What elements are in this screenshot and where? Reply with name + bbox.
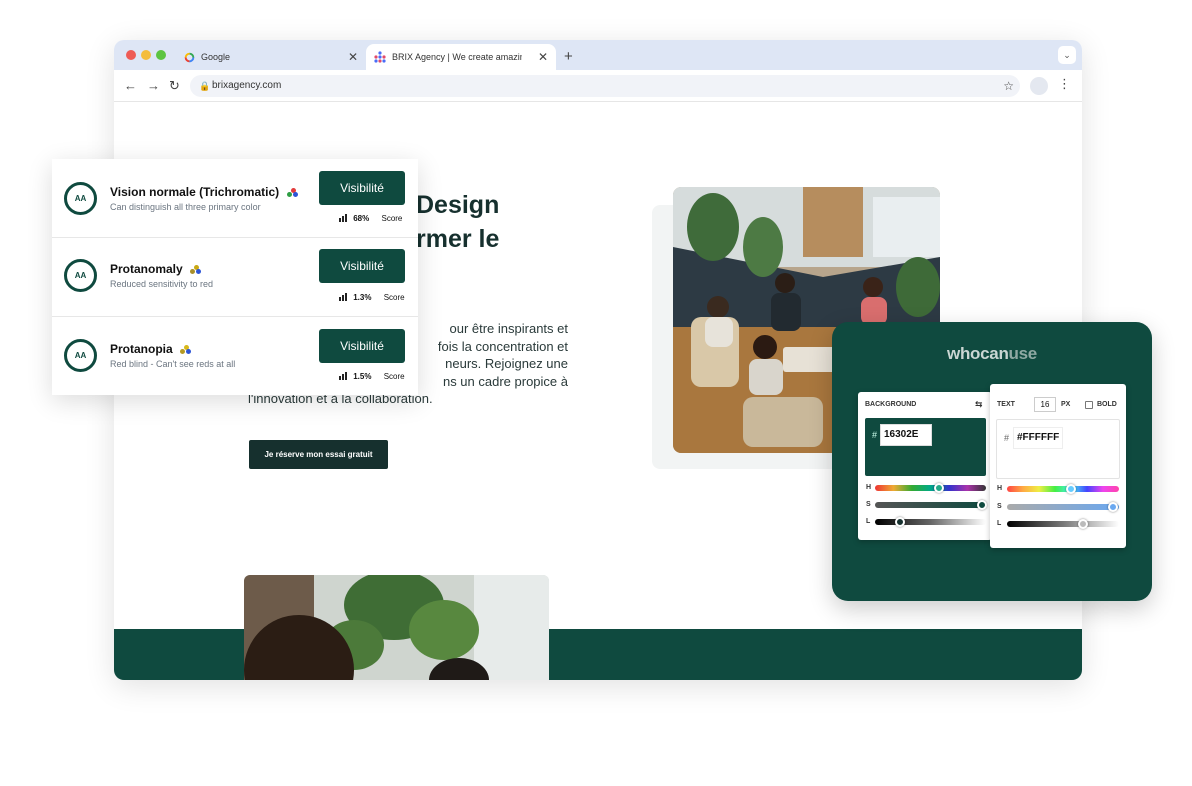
score-readout: 1.5% Score <box>339 372 405 381</box>
list-item: AA Protanomaly Reduced sensitivity to re… <box>52 238 418 317</box>
whocanuse-panel: whocanuse BACKGROUND ⇆ # 16302E H S L TE… <box>832 322 1152 601</box>
color-dots-icon <box>190 264 202 275</box>
saturation-label: S <box>997 503 1002 510</box>
text-swatch[interactable]: # #FFFFFF <box>996 419 1120 479</box>
text-color-picker: TEXT 16 PX BOLD # #FFFFFF H S L <box>990 384 1126 548</box>
logo-part: whocan <box>947 344 1009 363</box>
close-icon[interactable]: ✕ <box>348 50 358 64</box>
hash-symbol: # <box>872 430 878 440</box>
background-label: BACKGROUND <box>865 401 917 408</box>
new-tab-button[interactable]: + <box>564 48 573 65</box>
logo-part: use <box>1008 344 1038 363</box>
hash-symbol: # <box>1004 433 1010 443</box>
maximize-window-button[interactable] <box>156 50 166 60</box>
brix-logo-icon <box>374 51 386 63</box>
bold-label: BOLD <box>1097 401 1117 408</box>
more-menu-icon[interactable]: ⋮ <box>1058 76 1071 92</box>
score-readout: 68% Score <box>339 214 402 223</box>
score-label: Score <box>381 214 403 223</box>
visibility-button[interactable]: Visibilité <box>319 171 405 205</box>
score-percent: 1.3% <box>353 293 372 302</box>
bar-chart-icon <box>339 372 348 380</box>
stage: Google ✕ BRIX Agency | We create amazing… <box>0 0 1192 786</box>
background-saturation-slider[interactable] <box>875 502 986 508</box>
text-lightness-knob[interactable] <box>1078 519 1088 529</box>
font-size-input[interactable]: 16 <box>1034 397 1056 412</box>
profile-avatar[interactable] <box>1030 77 1048 95</box>
score-label: Score <box>383 372 405 381</box>
tab-google[interactable]: Google ✕ <box>176 44 366 70</box>
visibility-button[interactable]: Visibilité <box>319 329 405 363</box>
background-swatch[interactable]: # 16302E <box>865 418 986 476</box>
swap-icon[interactable]: ⇆ <box>975 399 983 410</box>
background-lightness-slider[interactable] <box>875 519 986 525</box>
lightness-label: L <box>997 520 1002 527</box>
vision-type-description: Red blind - Can't see reds at all <box>110 359 236 369</box>
tab-bar: Google ✕ BRIX Agency | We create amazing… <box>114 40 1082 70</box>
address-text: brixagency.com <box>212 80 282 91</box>
saturation-label: S <box>866 501 871 508</box>
text-label: TEXT <box>997 401 1015 408</box>
score-percent: 68% <box>353 214 370 223</box>
close-window-button[interactable] <box>126 50 136 60</box>
free-trial-button[interactable]: Je réserve mon essai gratuit <box>249 440 388 469</box>
color-dots-icon <box>180 344 192 355</box>
vision-type-name: Vision normale (Trichromatic) <box>110 185 299 199</box>
aa-badge: AA <box>64 182 97 215</box>
list-item: AA Vision normale (Trichromatic) Can dis… <box>52 159 418 238</box>
tab-brix[interactable]: BRIX Agency | We create amazing w ✕ <box>366 44 556 70</box>
vision-type-description: Reduced sensitivity to red <box>110 279 214 289</box>
list-item: AA Protanopia Red blind - Can't see reds… <box>52 317 418 396</box>
plant-person-illustration <box>244 575 549 680</box>
text-hex-input[interactable]: #FFFFFF <box>1013 427 1063 449</box>
background-hue-knob[interactable] <box>934 483 944 493</box>
score-percent: 1.5% <box>353 372 372 381</box>
browser-toolbar: ← → ↻ 🔒 brixagency.com ☆ ⋮ <box>114 70 1082 102</box>
background-color-picker: BACKGROUND ⇆ # 16302E H S L <box>858 392 992 540</box>
background-hex-input[interactable]: 16302E <box>880 424 932 446</box>
background-saturation-knob[interactable] <box>977 500 987 510</box>
bar-chart-icon <box>339 293 348 301</box>
tab-search-button[interactable]: ⌄ <box>1058 46 1076 64</box>
vision-type-label: Protanomaly <box>110 262 183 276</box>
whocanuse-logo: whocanuse <box>832 344 1152 364</box>
lock-icon: 🔒 <box>199 81 211 91</box>
minimize-window-button[interactable] <box>141 50 151 60</box>
text-hue-slider[interactable] <box>1007 486 1119 492</box>
back-arrow-icon[interactable]: ← <box>124 78 137 93</box>
text-saturation-slider[interactable] <box>1007 504 1119 510</box>
reload-icon[interactable]: ↻ <box>169 78 180 94</box>
bold-checkbox[interactable] <box>1085 401 1093 409</box>
plant-person-photo <box>244 575 549 680</box>
address-bar[interactable]: 🔒 brixagency.com ☆ <box>190 75 1020 97</box>
score-readout: 1.3% Score <box>339 293 405 302</box>
background-hue-slider[interactable] <box>875 485 986 491</box>
tab-label: BRIX Agency | We create amazing w <box>392 52 522 62</box>
text-lightness-slider[interactable] <box>1007 521 1119 527</box>
lightness-label: L <box>866 518 871 525</box>
hue-label: H <box>866 484 872 491</box>
aa-badge: AA <box>64 259 97 292</box>
vision-type-label: Vision normale (Trichromatic) <box>110 185 280 199</box>
text-hue-knob[interactable] <box>1066 484 1076 494</box>
background-lightness-knob[interactable] <box>895 517 905 527</box>
visibility-button[interactable]: Visibilité <box>319 249 405 283</box>
px-label: PX <box>1061 401 1071 408</box>
bar-chart-icon <box>339 214 348 222</box>
tab-label: Google <box>201 52 231 62</box>
close-icon[interactable]: ✕ <box>538 50 548 64</box>
vision-type-name: Protanopia <box>110 342 192 356</box>
color-dots-icon <box>286 187 299 198</box>
aa-badge: AA <box>64 339 97 372</box>
vision-type-label: Protanopia <box>110 342 173 356</box>
bookmark-star-icon[interactable]: ☆ <box>1003 75 1014 97</box>
vision-type-description: Can distinguish all three primary color <box>110 202 261 212</box>
google-icon <box>184 52 195 62</box>
hue-label: H <box>997 485 1003 492</box>
text-saturation-knob[interactable] <box>1108 502 1118 512</box>
score-label: Score <box>383 293 405 302</box>
forward-arrow-icon[interactable]: → <box>147 78 160 93</box>
vision-simulation-card: AA Vision normale (Trichromatic) Can dis… <box>52 159 418 395</box>
vision-type-name: Protanomaly <box>110 262 202 276</box>
